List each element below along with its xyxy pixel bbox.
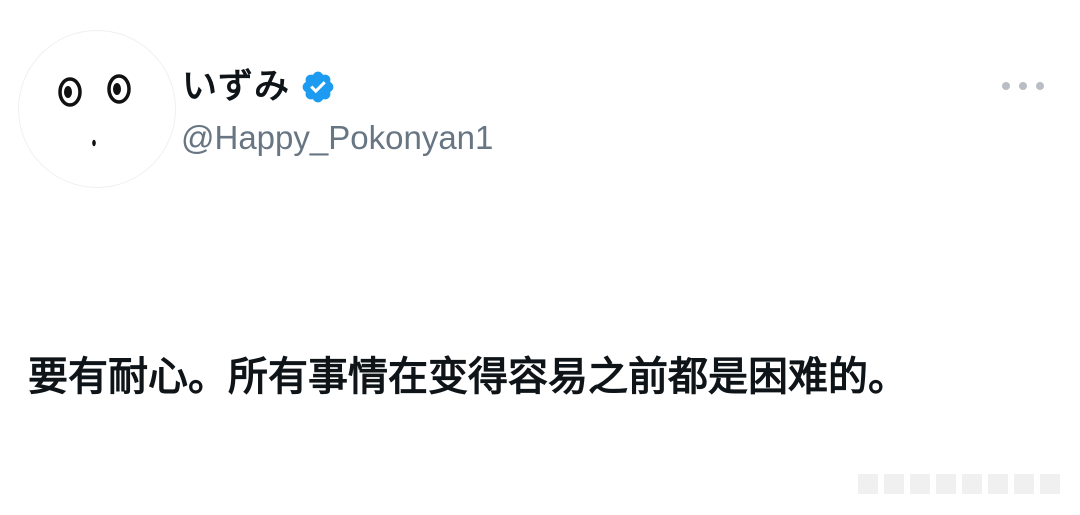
more-horizontal-icon-dot — [1036, 82, 1044, 90]
more-horizontal-icon-dot — [1019, 82, 1027, 90]
more-options-button[interactable] — [1000, 72, 1046, 100]
tweet-card: いずみ @Happy_Pokonyan1 要有耐心。所有事情在变得容易之前都是困… — [0, 0, 1080, 515]
avatar[interactable] — [18, 30, 176, 188]
more-horizontal-icon-dot — [1002, 82, 1010, 90]
user-handle[interactable]: @Happy_Pokonyan1 — [181, 116, 493, 160]
display-name[interactable]: いずみ — [182, 63, 290, 111]
face-doodle-avatar-icon — [58, 74, 131, 147]
watermark-graphic — [858, 474, 1060, 494]
tweet-text: 要有耐心。所有事情在变得容易之前都是困难的。 — [28, 354, 908, 400]
verified-badge-icon — [302, 71, 334, 103]
display-name-row: いずみ — [182, 63, 336, 111]
